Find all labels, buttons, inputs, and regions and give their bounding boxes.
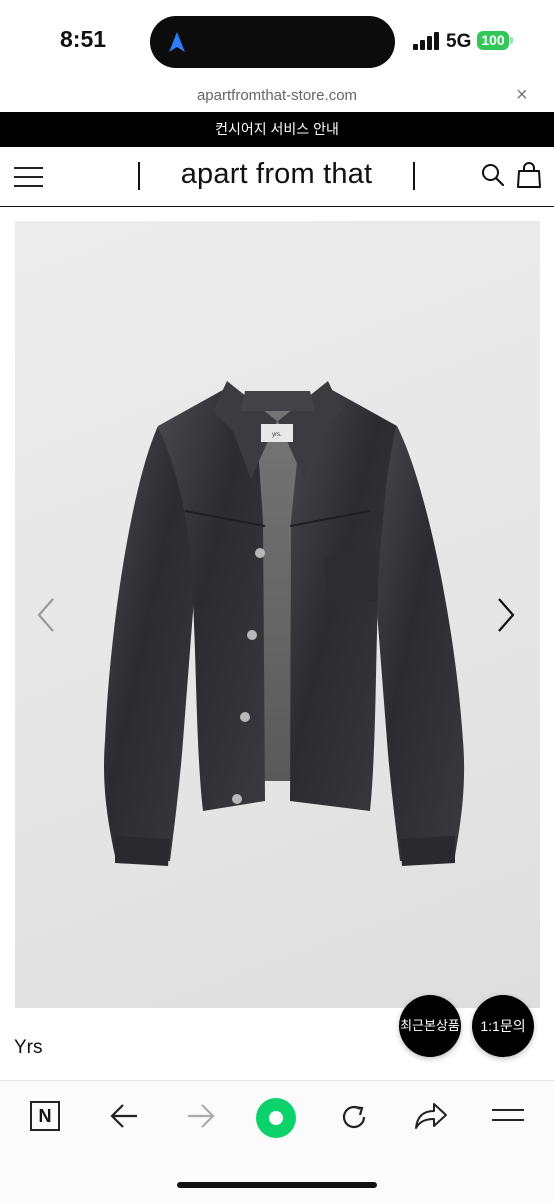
record-icon[interactable] [255, 1097, 297, 1139]
site-logo[interactable]: apart from that [140, 158, 413, 191]
share-icon[interactable] [414, 1101, 448, 1131]
jacket-label-text: yrs. [272, 432, 282, 438]
search-icon[interactable] [481, 163, 505, 187]
status-bar: 8:51 5G 100 [0, 0, 554, 82]
product-image[interactable]: yrs. [15, 221, 540, 1008]
battery-nub [510, 37, 513, 44]
shopping-bag-icon[interactable] [516, 161, 542, 189]
product-name: Yrs [14, 1037, 43, 1058]
location-arrow-icon [169, 32, 185, 52]
home-indicator [177, 1182, 377, 1188]
reload-icon[interactable] [338, 1101, 370, 1133]
jacket-image: yrs. [104, 381, 465, 866]
close-icon[interactable]: × [516, 84, 528, 107]
tabs-button[interactable]: N [30, 1101, 60, 1131]
signal-icon [413, 32, 439, 50]
dynamic-island [150, 16, 395, 68]
chevron-left-icon[interactable] [35, 597, 57, 633]
recently-viewed-button[interactable]: 최근본상품 [399, 995, 461, 1057]
concierge-banner[interactable]: 컨시어지 서비스 안내 [0, 112, 554, 147]
status-time: 8:51 [60, 26, 107, 52]
site-header: apart from that [0, 147, 554, 207]
battery-indicator: 100 [477, 31, 509, 50]
chevron-right-icon[interactable] [495, 597, 517, 633]
menu-icon[interactable] [14, 167, 44, 187]
network-type: 5G [446, 31, 472, 52]
inquiry-button[interactable]: 1:1문의 [472, 995, 534, 1057]
menu-icon[interactable] [492, 1109, 524, 1125]
header-divider-right [413, 162, 415, 190]
tabs-icon-letter: N [38, 1106, 52, 1126]
url-text[interactable]: apartfromthat-store.com [0, 87, 554, 104]
forward-icon[interactable] [186, 1101, 216, 1131]
back-icon[interactable] [109, 1101, 139, 1131]
browser-toolbar: N [0, 1080, 554, 1201]
browser-url-bar[interactable]: apartfromthat-store.com × [0, 82, 554, 112]
